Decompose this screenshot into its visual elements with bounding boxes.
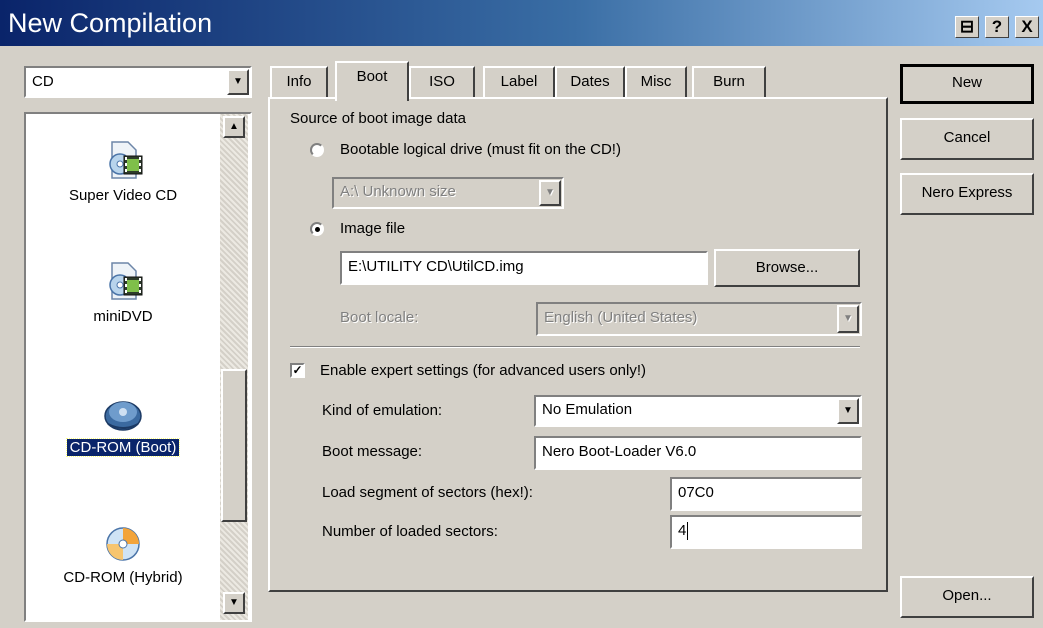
- video-disc-icon: [109, 262, 143, 300]
- scroll-thumb[interactable]: [221, 369, 247, 522]
- restore-icon[interactable]: ⊟: [955, 16, 979, 38]
- tab-boot[interactable]: Boot: [335, 61, 409, 101]
- tab-iso[interactable]: ISO: [409, 66, 475, 98]
- list-scrollbar[interactable]: ▲ ▼: [220, 114, 248, 620]
- open-button[interactable]: Open...: [900, 576, 1034, 618]
- window-title: New Compilation: [8, 8, 213, 38]
- boot-locale-select: English (United States) ▼: [536, 302, 862, 336]
- tab-misc[interactable]: Misc: [625, 66, 687, 98]
- loaded-sectors-input[interactable]: 4: [670, 515, 862, 549]
- boot-message-label: Boot message:: [322, 443, 423, 460]
- emulation-select[interactable]: No Emulation ▼: [534, 395, 862, 427]
- text-caret: [687, 522, 689, 541]
- help-button[interactable]: ?: [985, 16, 1009, 38]
- image-file-label: Image file: [340, 220, 406, 237]
- cancel-button[interactable]: Cancel: [900, 118, 1034, 160]
- scroll-down-icon[interactable]: ▼: [223, 592, 245, 614]
- separator: [290, 346, 860, 348]
- list-item[interactable]: miniDVD: [30, 259, 216, 327]
- nero-express-button[interactable]: Nero Express: [900, 173, 1034, 215]
- load-segment-input[interactable]: 07C0: [670, 477, 862, 511]
- list-item[interactable]: CD-ROM (Hybrid): [30, 520, 216, 588]
- tab-info[interactable]: Info: [270, 66, 328, 98]
- list-item-label: Super Video CD: [68, 187, 178, 204]
- chevron-down-icon[interactable]: ▼: [837, 398, 859, 424]
- boot-tab-panel: Source of boot image data Bootable logic…: [268, 97, 888, 592]
- loaded-sectors-value: 4: [678, 522, 687, 539]
- close-button[interactable]: X: [1015, 16, 1039, 38]
- expert-settings-label: Enable expert settings (for advanced use…: [320, 362, 647, 379]
- media-type-value: CD: [32, 73, 54, 90]
- media-type-combo[interactable]: CD ▼: [24, 66, 252, 98]
- chevron-down-icon[interactable]: ▼: [227, 69, 249, 95]
- bootable-drive-label: Bootable logical drive (must fit on the …: [340, 141, 621, 158]
- image-file-radio[interactable]: [310, 222, 324, 236]
- load-segment-label: Load segment of sectors (hex!):: [322, 484, 533, 501]
- boot-locale-value: English (United States): [544, 309, 698, 326]
- drive-select-value: A:\ Unknown size: [340, 183, 456, 200]
- tab-dates[interactable]: Dates: [555, 66, 625, 98]
- list-item-label: miniDVD: [93, 308, 153, 325]
- title-bar[interactable]: New Compilation ⊟ ? X: [0, 0, 1043, 46]
- boot-disc-icon: [104, 401, 142, 431]
- list-item[interactable]: Super Video CD: [30, 138, 216, 206]
- image-path-input[interactable]: E:\UTILITY CD\UtilCD.img: [340, 251, 708, 285]
- tab-burn[interactable]: Burn: [692, 66, 766, 98]
- chevron-down-icon: ▼: [837, 305, 859, 333]
- scroll-up-icon[interactable]: ▲: [223, 116, 245, 138]
- boot-message-input[interactable]: Nero Boot-Loader V6.0: [534, 436, 862, 470]
- expert-settings-checkbox[interactable]: ✓: [290, 363, 305, 378]
- compilation-type-list[interactable]: ▲ ▼ Super Video CD miniDVD CD-ROM (Boot)…: [24, 112, 252, 622]
- chevron-down-icon: ▼: [539, 180, 561, 206]
- list-item-label: CD-ROM (Hybrid): [63, 569, 183, 586]
- list-item-label: CD-ROM (Boot): [65, 438, 181, 457]
- drive-select: A:\ Unknown size ▼: [332, 177, 564, 209]
- new-button[interactable]: New: [900, 64, 1034, 104]
- emulation-value: No Emulation: [542, 401, 633, 418]
- boot-locale-label: Boot locale:: [340, 309, 419, 326]
- emulation-label: Kind of emulation:: [322, 402, 443, 419]
- video-disc-icon: [109, 141, 143, 179]
- tab-label[interactable]: Label: [483, 66, 555, 98]
- list-item-selected[interactable]: CD-ROM (Boot): [30, 390, 216, 458]
- browse-button[interactable]: Browse...: [714, 249, 860, 287]
- hybrid-disc-icon: [106, 527, 140, 561]
- bootable-drive-radio[interactable]: [310, 143, 324, 157]
- source-heading: Source of boot image data: [290, 110, 466, 127]
- loaded-sectors-label: Number of loaded sectors:: [322, 523, 498, 540]
